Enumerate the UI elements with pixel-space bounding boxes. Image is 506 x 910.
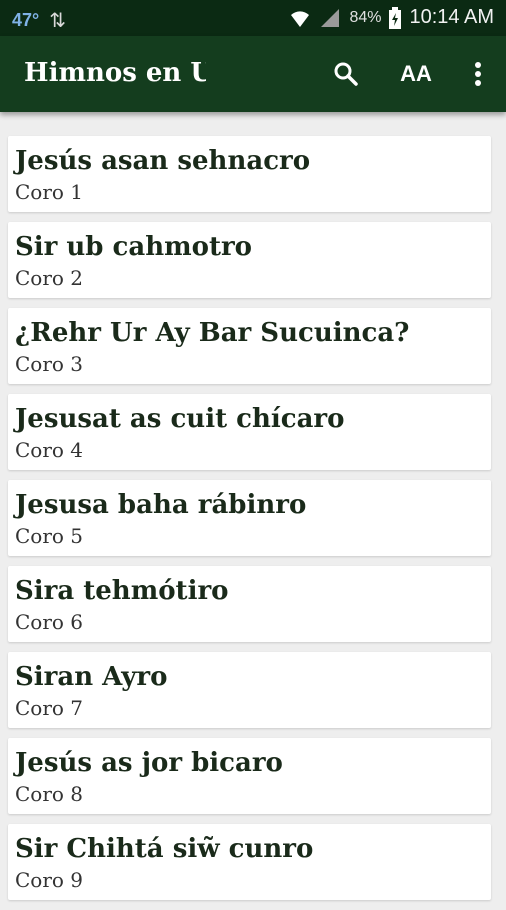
status-bar: 47° ⇅ 84% 10:14 AM <box>0 0 506 36</box>
hymn-title: Jesusat as cuit chícaro <box>15 404 345 434</box>
hymn-title: Jesús as jor bicaro <box>15 748 283 778</box>
hymn-title: Sira tehmótiro <box>15 576 229 606</box>
hymn-coro: Coro 2 <box>15 266 84 290</box>
wifi-icon <box>291 10 310 27</box>
more-vert-icon <box>475 62 481 86</box>
temperature: 47° <box>12 10 40 30</box>
list-item[interactable]: Jesusa baha rábinro Coro 5 <box>8 480 491 556</box>
hymn-coro: Coro 9 <box>15 868 84 892</box>
hymn-title: Sir Chihtá siw̃ cunro <box>15 834 314 864</box>
hymn-coro: Coro 6 <box>15 610 84 634</box>
hymn-coro: Coro 4 <box>15 438 84 462</box>
list-item[interactable]: Jesús as jor bicaro Coro 8 <box>8 738 491 814</box>
text-size-button[interactable]: AA <box>396 54 436 94</box>
hymn-coro: Coro 7 <box>15 696 84 720</box>
hymn-coro: Coro 1 <box>15 180 84 204</box>
hymn-coro: Coro 5 <box>15 524 84 548</box>
hymn-coro: Coro 8 <box>15 782 84 806</box>
hymn-list: Jesús asan sehnacro Coro 1 Sir ub cahmot… <box>8 136 491 910</box>
hymn-title: Siran Ayro <box>15 662 168 692</box>
search-button[interactable] <box>326 54 366 94</box>
app-bar: Himnos en Uw AA <box>0 36 506 112</box>
sync-icon: ⇅ <box>49 10 66 32</box>
battery-icon <box>389 6 402 29</box>
search-icon <box>334 62 358 86</box>
text-size-icon: AA <box>400 61 432 86</box>
list-item[interactable]: Sir ub cahmotro Coro 2 <box>8 222 491 298</box>
clock: 10:14 AM <box>409 6 494 28</box>
battery-percent: 84% <box>349 8 382 26</box>
list-item[interactable]: Sir Chihtá siw̃ cunro Coro 9 <box>8 824 491 900</box>
list-item[interactable]: Siran Ayro Coro 7 <box>8 652 491 728</box>
overflow-menu-button[interactable] <box>458 54 498 94</box>
list-item[interactable]: Jesús asan sehnacro Coro 1 <box>8 136 491 212</box>
signal-icon <box>321 8 340 27</box>
hymn-title: ¿Rehr Ur Ay Bar Sucuinca? <box>15 318 410 348</box>
hymn-title: Jesusa baha rábinro <box>15 490 307 520</box>
app-title: Himnos en Uw <box>24 58 206 88</box>
list-item[interactable]: Sira tehmótiro Coro 6 <box>8 566 491 642</box>
hymn-title: Jesús asan sehnacro <box>15 146 311 176</box>
hymn-coro: Coro 3 <box>15 352 84 376</box>
hymn-title: Sir ub cahmotro <box>15 232 253 262</box>
list-item[interactable]: Jesusat as cuit chícaro Coro 4 <box>8 394 491 470</box>
list-item[interactable]: ¿Rehr Ur Ay Bar Sucuinca? Coro 3 <box>8 308 491 384</box>
